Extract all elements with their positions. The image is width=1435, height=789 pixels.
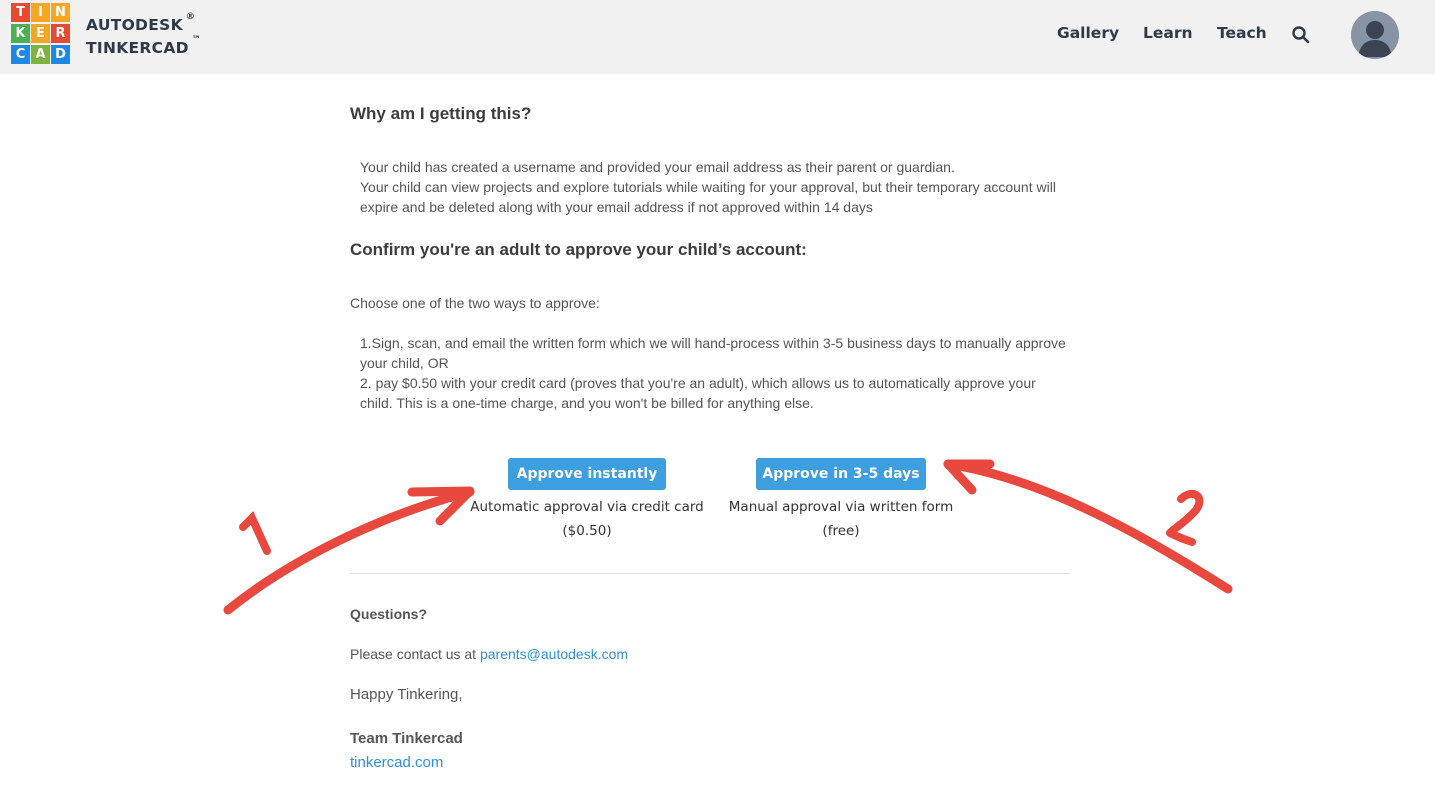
approve-instantly-button[interactable]: Approve instantly xyxy=(508,458,666,490)
approve-in-3-5-days-button[interactable]: Approve in 3-5 days xyxy=(756,458,926,490)
contact-line: Please contact us at parents@autodesk.co… xyxy=(350,644,628,664)
arrow-2 xyxy=(943,459,1233,594)
option-1-line-2: your child, OR xyxy=(360,355,449,371)
logo-cell: A xyxy=(31,45,50,64)
search-icon[interactable] xyxy=(1291,25,1311,45)
why-line-3: expire and be deleted along with your em… xyxy=(360,199,873,215)
registered-mark: ® xyxy=(185,12,196,22)
top-navbar: T I N K E R C A D AUTODESK ® TINKERCAD ™ G… xyxy=(0,0,1435,74)
section-divider xyxy=(350,573,1070,574)
arrow-1 xyxy=(223,486,475,615)
manual-caption: Manual approval via written form (free) xyxy=(716,495,966,543)
instant-caption-line-1: Automatic approval via credit card xyxy=(470,499,704,515)
nav-learn[interactable]: Learn xyxy=(1143,24,1193,42)
nav-gallery[interactable]: Gallery xyxy=(1057,24,1119,42)
brand-tinkercad: TINKERCAD xyxy=(86,39,189,58)
team-signature: Team Tinkercad xyxy=(350,730,463,747)
logo-cell: E xyxy=(31,24,50,43)
nav-teach[interactable]: Teach xyxy=(1217,24,1267,42)
option-1-line-1: 1.Sign, scan, and email the written form… xyxy=(360,335,1066,351)
site-link-wrapper: tinkercad.com xyxy=(350,753,443,773)
logo-cell: K xyxy=(11,24,30,43)
contact-email-link[interactable]: parents@autodesk.com xyxy=(480,646,628,662)
why-line-1: Your child has created a username and pr… xyxy=(360,159,955,175)
brand-wordmark[interactable]: AUTODESK ® TINKERCAD ™ xyxy=(86,12,201,58)
tinkercad-site-link[interactable]: tinkercad.com xyxy=(350,754,443,771)
logo-cell: C xyxy=(11,45,30,64)
manual-caption-line-2: (free) xyxy=(822,523,860,539)
tinkercad-logo[interactable]: T I N K E R C A D xyxy=(11,3,71,64)
logo-cell: N xyxy=(51,3,70,22)
approve-intro: Choose one of the two ways to approve: xyxy=(350,295,600,311)
number-1-annotation xyxy=(239,511,271,555)
questions-heading: Questions? xyxy=(350,606,428,622)
logo-cell: T xyxy=(11,3,30,22)
why-line-2: Your child can view projects and explore… xyxy=(360,179,1056,195)
sign-off: Happy Tinkering, xyxy=(350,686,463,703)
manual-caption-line-1: Manual approval via written form xyxy=(728,499,954,515)
logo-cell: D xyxy=(51,45,70,64)
brand-autodesk: AUTODESK xyxy=(86,16,183,35)
number-2-annotation xyxy=(1166,489,1204,546)
trademark-mark: ™ xyxy=(191,35,202,46)
logo-cell: I xyxy=(31,3,50,22)
contact-prefix: Please contact us at xyxy=(350,646,480,662)
confirm-heading: Confirm you're an adult to approve your … xyxy=(350,240,807,259)
option-2-line-2: child. This is a one-time charge, and yo… xyxy=(360,395,814,411)
instant-caption-line-2: ($0.50) xyxy=(562,523,612,539)
logo-cell: R xyxy=(51,24,70,43)
why-heading: Why am I getting this? xyxy=(350,104,532,123)
option-2-line-1: 2. pay $0.50 with your credit card (prov… xyxy=(360,375,1036,391)
user-avatar[interactable] xyxy=(1351,11,1399,59)
instant-caption: Automatic approval via credit card ($0.5… xyxy=(462,495,712,543)
